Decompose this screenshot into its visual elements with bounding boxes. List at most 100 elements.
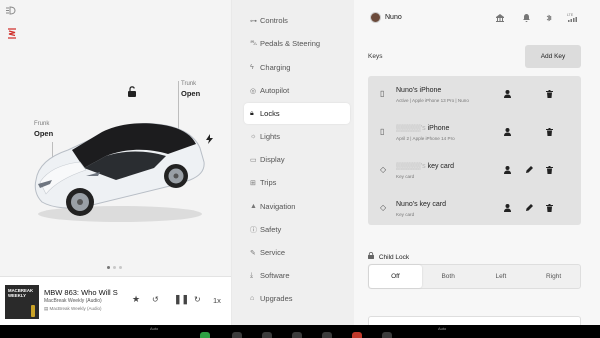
app-icon[interactable] xyxy=(292,332,302,338)
trunk-title: Trunk xyxy=(181,81,197,87)
key-name-visible: Nuno's iPhone xyxy=(396,87,442,94)
menu-item-label: Display xyxy=(260,155,285,164)
menu-item-autopilot[interactable]: ◎ Autopilot xyxy=(244,80,350,101)
menu-item-label: Locks xyxy=(260,109,280,118)
driver-profile-icon[interactable] xyxy=(504,204,511,214)
bottom-taskbar: Auto Auto xyxy=(0,325,600,338)
safety-icon: ⓘ xyxy=(250,226,257,234)
suspension-icon[interactable] xyxy=(7,28,17,42)
driver-profile-icon[interactable] xyxy=(504,128,511,138)
add-key-button[interactable]: Add Key xyxy=(525,45,581,68)
steering-wheel-icon: ◎ xyxy=(250,87,257,95)
rewind-15-icon[interactable]: ↺ xyxy=(152,295,159,304)
album-art[interactable]: MACBREAK WEEKLY xyxy=(5,285,39,319)
track-title[interactable]: MBW 863: Who Will S xyxy=(44,288,122,297)
app-icon[interactable] xyxy=(322,332,332,338)
child-lock-label: Child Lock xyxy=(368,251,409,261)
child-lock-option-left[interactable]: Left xyxy=(475,265,528,288)
app-icon[interactable] xyxy=(232,332,242,338)
track-source-label: MacBreak Weekly (Audio) xyxy=(49,306,102,311)
menu-item-label: Upgrades xyxy=(260,294,293,303)
driver-profile-icon[interactable] xyxy=(504,90,511,100)
trash-icon[interactable] xyxy=(546,204,553,214)
pencil-icon[interactable] xyxy=(526,204,533,213)
key-item[interactable]: ◇ ▒▒▒▒▒'s key card Key card xyxy=(368,152,581,189)
child-lock-icon xyxy=(368,251,376,261)
sun-icon: ☼ xyxy=(250,133,257,140)
key-item[interactable]: ▯ ▒▒▒▒▒'s iPhone April 2 | Apple iPhone … xyxy=(368,114,581,151)
pause-icon[interactable]: ❚❚ xyxy=(174,294,189,305)
climate-auto-label-left[interactable]: Auto xyxy=(150,326,158,331)
key-name: Nuno's iPhone xyxy=(396,87,441,94)
app-icon[interactable] xyxy=(382,332,392,338)
bell-icon[interactable] xyxy=(523,14,530,24)
bluetooth-icon[interactable] xyxy=(546,14,552,24)
menu-item-label: Trips xyxy=(260,178,277,187)
menu-item-locks[interactable]: 🔒︎ Locks xyxy=(244,103,350,124)
car-view-panel: Trunk Open Frunk Open MACBREAK WEEKLY MB… xyxy=(0,0,231,325)
keys-list: ▯ Nuno's iPhone Active | Apple iPhone 13… xyxy=(368,76,581,225)
key-name: ▒▒▒▒▒'s iPhone xyxy=(396,125,449,132)
phone-app-icon[interactable] xyxy=(200,332,210,338)
menu-item-trips[interactable]: ⊞ Trips xyxy=(244,172,350,193)
pager-dot[interactable] xyxy=(113,266,116,269)
menu-item-software[interactable]: ⤓ Software xyxy=(244,265,350,286)
key-name-visible: iPhone xyxy=(427,125,450,132)
key-card-icon: ◇ xyxy=(380,165,387,174)
car-view-pager[interactable] xyxy=(107,266,122,269)
bag-icon: ⌂ xyxy=(250,295,255,302)
trips-icon: ⊞ xyxy=(250,179,256,187)
user-name[interactable]: Nuno xyxy=(385,14,402,21)
lock-icon: 🔒︎ xyxy=(250,109,254,117)
menu-item-display[interactable]: ▭ Display xyxy=(244,149,350,170)
forward-15-icon[interactable]: ↻ xyxy=(194,295,201,304)
car-image xyxy=(34,123,205,222)
menu-item-lights[interactable]: ☼ Lights xyxy=(244,126,350,147)
menu-item-label: Pedals & Steering xyxy=(260,39,321,48)
child-lock-option-both[interactable]: Both xyxy=(422,265,475,288)
app-icon[interactable] xyxy=(352,332,362,338)
headlights-icon[interactable] xyxy=(6,6,16,17)
trash-icon[interactable] xyxy=(546,90,553,100)
next-setting-card[interactable] xyxy=(368,316,581,325)
unlock-icon[interactable] xyxy=(127,86,137,99)
app-icon[interactable] xyxy=(262,332,272,338)
menu-item-navigation[interactable]: ▲ Navigation xyxy=(244,196,350,217)
key-name-visible: key card xyxy=(427,163,455,170)
menu-item-label: Software xyxy=(260,271,290,280)
driver-profile-icon[interactable] xyxy=(504,166,511,176)
bolt-icon: ϟ xyxy=(250,64,254,71)
menu-item-safety[interactable]: ⓘ Safety xyxy=(244,219,350,240)
menu-item-service[interactable]: ✎ Service xyxy=(244,242,350,263)
trash-icon[interactable] xyxy=(546,166,553,176)
menu-item-label: Controls xyxy=(260,16,288,25)
trash-icon[interactable] xyxy=(546,128,553,138)
toggle-icon: ⊶ xyxy=(250,17,257,25)
pager-dot[interactable] xyxy=(119,266,122,269)
trunk-status[interactable]: Trunk Open xyxy=(181,81,200,98)
child-lock-selector: Off Both Left Right xyxy=(368,264,581,289)
settings-menu: ⊶ Controls ⛍ Pedals & Steering ϟ Charging ◎… xyxy=(232,0,354,325)
menu-item-label: Charging xyxy=(260,63,291,72)
key-item[interactable]: ▯ Nuno's iPhone Active | Apple iPhone 13… xyxy=(368,76,581,113)
trunk-state: Open xyxy=(181,89,201,98)
pager-dot-active[interactable] xyxy=(107,266,110,269)
favorite-star-icon[interactable]: ★ xyxy=(132,294,140,305)
child-lock-option-off[interactable]: Off xyxy=(369,265,422,288)
pencil-icon[interactable] xyxy=(526,166,533,175)
menu-item-controls[interactable]: ⊶ Controls xyxy=(244,10,350,31)
wrench-icon: ✎ xyxy=(250,249,256,257)
menu-item-charging[interactable]: ϟ Charging xyxy=(244,57,350,78)
playback-speed-button[interactable]: 1x xyxy=(213,296,221,305)
child-lock-option-right[interactable]: Right xyxy=(527,265,580,288)
menu-item-upgrades[interactable]: ⌂ Upgrades xyxy=(244,288,350,309)
locks-panel: Nuno LTE Keys Add Key ▯ Nuno's iPhone Ac… xyxy=(354,0,600,325)
menu-item-pedals-steering[interactable]: ⛍ Pedals & Steering xyxy=(244,33,350,54)
key-card-icon: ◇ xyxy=(380,203,387,212)
key-description: Active | Apple iPhone 13 Pro | Nuno xyxy=(396,98,469,103)
menu-item-label: Safety xyxy=(260,225,282,234)
home-icon[interactable] xyxy=(496,14,504,24)
key-item[interactable]: ◇ Nuno's key card Key card xyxy=(368,190,581,227)
climate-auto-label-right[interactable]: Auto xyxy=(438,326,446,331)
avatar[interactable] xyxy=(370,12,381,23)
